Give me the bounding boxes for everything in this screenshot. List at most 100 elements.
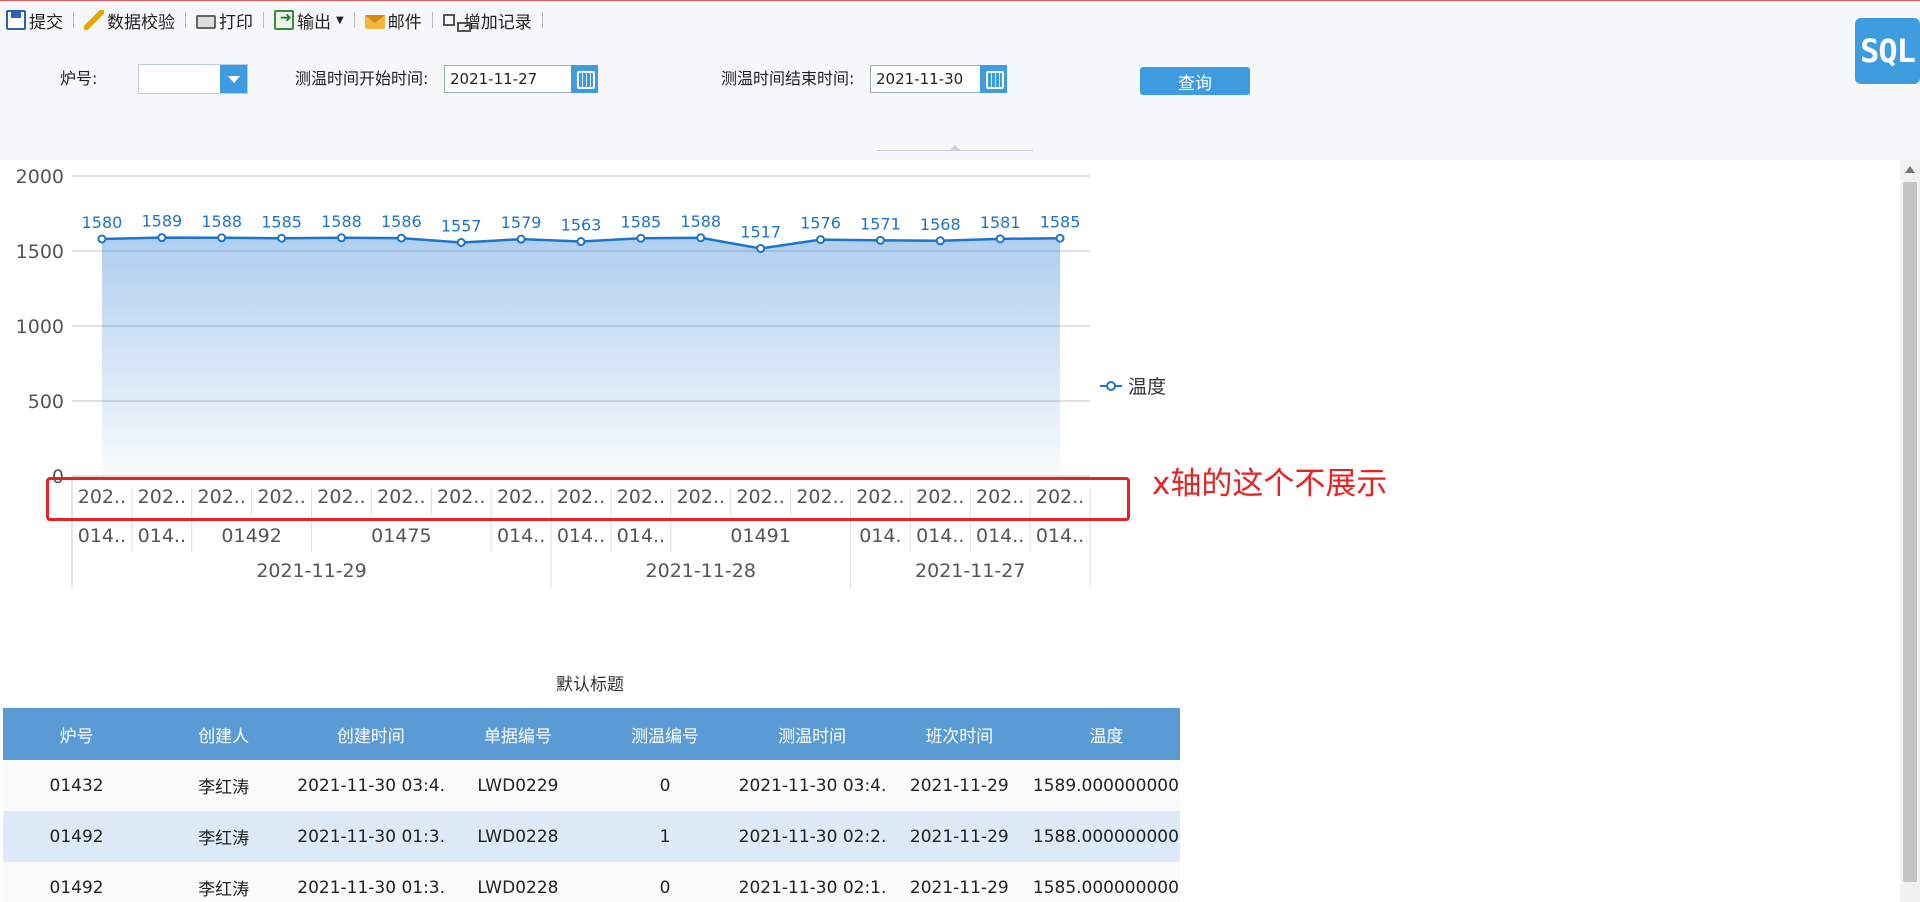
start-date-value: 2021-11-27: [450, 70, 538, 88]
vertical-scrollbar[interactable]: [1900, 160, 1920, 902]
table-row[interactable]: 01492 李红涛 2021-11-30 01:3... LWD0228 1 2021-1…: [3, 811, 1180, 862]
query-button[interactable]: 查询: [1140, 67, 1250, 95]
y-tick-label: 1000: [16, 316, 64, 338]
table-cell: 1588.0000000000: [1032, 811, 1180, 862]
data-point: [217, 233, 227, 243]
x-group-label: 014..: [138, 525, 186, 547]
column-header[interactable]: 创建人: [150, 708, 298, 760]
pencil-icon: [84, 10, 104, 30]
data-label: 1586: [381, 212, 422, 231]
add-record-label: 增加记录: [463, 12, 532, 33]
table-cell: 01492: [3, 811, 151, 862]
table-body: 01432 李红涛 2021-11-30 03:4... LWD0229 0 2021-1…: [3, 760, 1180, 902]
toolbar-separator: [73, 12, 74, 28]
table-cell: 2021-11-30 01:3...: [297, 862, 445, 902]
end-date-input[interactable]: 2021-11-30: [870, 65, 1007, 93]
x-group-label: 014..: [617, 525, 665, 547]
y-axis-ticks: 2000150010005000: [16, 166, 64, 488]
dropdown-arrow-icon[interactable]: [220, 65, 247, 93]
submit-button[interactable]: 提交: [2, 5, 67, 35]
printer-icon: [196, 14, 216, 29]
column-header[interactable]: 测温编号: [591, 708, 739, 760]
data-label: 1588: [680, 212, 721, 231]
data-point: [935, 236, 945, 246]
table-cell: 2021-11-30 03:4...: [297, 760, 445, 811]
column-header[interactable]: 测温时间: [738, 708, 886, 760]
x-group-label: 01492: [221, 525, 281, 547]
table-title: 默认标题: [556, 675, 624, 695]
toolbar-separator: [353, 12, 355, 28]
x-group-label: 014..: [497, 525, 545, 547]
column-header[interactable]: 创建时间: [297, 708, 445, 760]
column-header[interactable]: 班次时间: [885, 708, 1033, 760]
filter-bar: 炉号: 测温时间开始时间: 2021-11-27 测温时间结束时间: 2021-…: [0, 60, 1880, 104]
start-date-input[interactable]: 2021-11-27: [444, 65, 598, 93]
data-point: [576, 237, 586, 247]
data-point: [277, 233, 287, 243]
data-label: 1585: [261, 212, 302, 231]
add-record-button[interactable]: 增加记录: [439, 5, 536, 35]
column-header[interactable]: 温度: [1032, 708, 1180, 760]
table-row[interactable]: 01432 李红涛 2021-11-30 03:4... LWD0229 0 2021-1…: [3, 760, 1180, 811]
data-label: 1589: [141, 212, 182, 231]
table-cell: 01432: [3, 760, 151, 811]
table-cell: 0: [591, 862, 739, 902]
caret-down-icon: ▼: [336, 14, 344, 26]
furnace-select[interactable]: [138, 64, 248, 94]
data-label: 1571: [860, 214, 901, 233]
data-point: [995, 234, 1005, 244]
x-group-label: 014.: [859, 525, 901, 547]
table-cell: 2021-11-30 02:2...: [738, 811, 886, 862]
mail-button[interactable]: 邮件: [361, 5, 426, 35]
column-header[interactable]: 炉号: [3, 708, 151, 760]
mail-label: 邮件: [387, 12, 422, 33]
start-time-label: 测温时间开始时间:: [295, 69, 429, 88]
annotation-box: [46, 477, 1130, 521]
data-table: 炉号 创建人 创建时间 单据编号 测温编号 测温时间 班次时间 温度 01432 李红涛 2021…: [3, 708, 1180, 902]
x-group-label: 01491: [730, 525, 790, 547]
submit-label: 提交: [29, 12, 63, 33]
export-icon: [274, 10, 294, 30]
data-label: 1579: [501, 213, 542, 232]
export-label: 输出: [297, 12, 331, 33]
legend-marker-icon: [1100, 380, 1122, 391]
end-date-value: 2021-11-30: [876, 70, 964, 88]
temperature-chart: 2000150010005000 1580 1589 1588 1585 1588 158…: [16, 166, 1091, 588]
end-time-label: 测温时间结束时间:: [721, 69, 855, 88]
sql-button[interactable]: SQL: [1855, 18, 1920, 84]
y-tick-label: 500: [28, 391, 64, 413]
calendar-icon[interactable]: [571, 65, 598, 93]
data-label: 1576: [800, 214, 841, 233]
data-point: [516, 234, 526, 244]
data-point: [396, 233, 406, 243]
data-label: 1580: [82, 213, 123, 232]
scrollbar-thumb[interactable]: [1903, 182, 1917, 882]
table-cell: LWD0228: [444, 811, 592, 862]
print-button[interactable]: 打印: [192, 5, 257, 35]
table-cell: 李红涛: [150, 811, 298, 862]
data-label: 1585: [1040, 212, 1081, 231]
table-cell: 2021-11-29: [885, 862, 1033, 902]
table-row[interactable]: 01492 李红涛 2021-11-30 01:3... LWD0228 0 2021-1…: [3, 862, 1180, 902]
top-border: [0, 0, 1920, 1]
table-cell: 1585.0000000000: [1032, 862, 1180, 902]
validate-button[interactable]: 数据校验: [80, 5, 179, 35]
chart-legend[interactable]: 温度: [1100, 372, 1166, 399]
table-cell: 2021-11-29: [885, 811, 1033, 862]
data-label: 1581: [980, 213, 1021, 232]
scroll-up-icon[interactable]: [1905, 166, 1915, 173]
furnace-label: 炉号:: [60, 69, 98, 88]
table-cell: LWD0228: [444, 862, 592, 902]
x-group-label: 014..: [916, 525, 964, 547]
data-point: [456, 237, 466, 247]
y-tick-label: 2000: [16, 166, 64, 188]
y-tick-label: 1500: [16, 241, 64, 263]
series-area: [101, 237, 1061, 476]
calendar-icon[interactable]: [980, 65, 1007, 93]
export-button[interactable]: 输出 ▼: [270, 5, 348, 35]
x-date-label: 2021-11-28: [646, 560, 756, 582]
data-label: 1563: [561, 216, 602, 235]
save-icon: [6, 10, 26, 30]
column-header[interactable]: 单据编号: [444, 708, 592, 760]
data-label: 1568: [920, 215, 961, 234]
